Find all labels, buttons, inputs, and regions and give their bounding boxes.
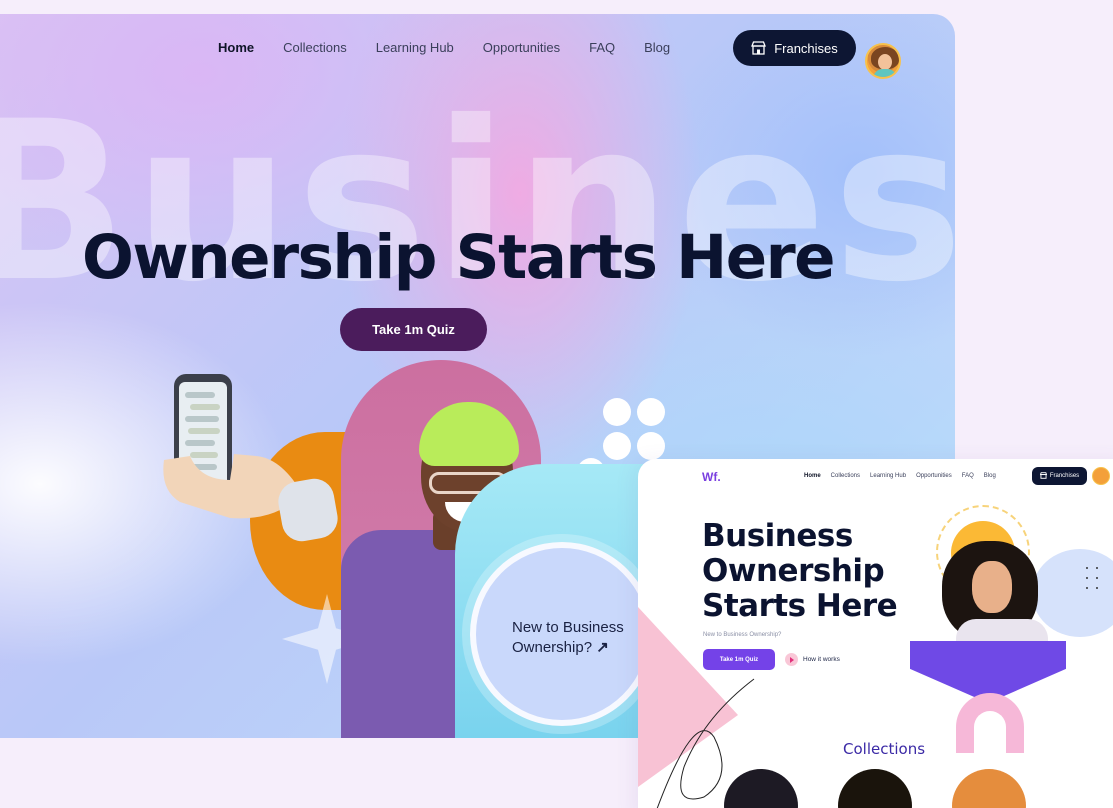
franchises-button[interactable]: Franchises	[733, 30, 856, 66]
top-nav: Home Collections Learning Hub Opportunit…	[0, 14, 955, 80]
preview-nav-blog[interactable]: Blog	[984, 473, 996, 479]
collection-thumbnail[interactable]	[952, 769, 1026, 808]
nav-link-collections[interactable]: Collections	[283, 40, 347, 55]
avatar[interactable]	[865, 43, 901, 79]
preview-logo[interactable]: Wf.	[702, 470, 721, 484]
play-icon	[785, 653, 798, 666]
nav-link-home[interactable]: Home	[218, 40, 254, 55]
preview-headline-line-3: Starts Here	[702, 588, 898, 624]
preview-avatar[interactable]	[1092, 467, 1110, 485]
new-to-business-link[interactable]: New to Business Ownership? ↗	[512, 618, 642, 658]
preview-nav-opportunities[interactable]: Opportunities	[916, 473, 952, 479]
preview-how-it-works-label: How it works	[803, 656, 840, 663]
woman-face	[972, 561, 1012, 613]
preview-headline-line-2: Ownership	[702, 553, 885, 589]
preview-nav-home[interactable]: Home	[804, 473, 821, 479]
preview-card: Wf. Home Collections Learning Hub Opport…	[638, 459, 1113, 808]
preview-nav-faq[interactable]: FAQ	[962, 473, 974, 479]
arrow-up-right-icon: ↗	[596, 639, 609, 656]
nav-link-blog[interactable]: Blog	[644, 40, 670, 55]
preview-nav-links: Home Collections Learning Hub Opportunit…	[804, 473, 1006, 479]
hero-headline: Ownership Starts Here	[82, 222, 836, 293]
preview-how-it-works-button[interactable]: How it works	[785, 653, 840, 666]
preview-franchises-button[interactable]: Franchises	[1032, 467, 1087, 485]
preview-nav-collections[interactable]: Collections	[831, 473, 860, 479]
preview-franchises-label: Franchises	[1049, 473, 1080, 479]
nav-links: Home Collections Learning Hub Opportunit…	[218, 40, 699, 55]
collection-thumbnail[interactable]	[838, 769, 912, 808]
hand-holding-phone-illustration	[160, 370, 350, 575]
preview-nav-learning-hub[interactable]: Learning Hub	[870, 473, 906, 479]
take-quiz-button[interactable]: Take 1m Quiz	[340, 308, 487, 351]
pink-arch-shape	[956, 693, 1024, 753]
preview-store-icon	[1039, 471, 1048, 481]
franchises-button-label: Franchises	[774, 40, 838, 56]
preview-subtext: New to Business Ownership?	[703, 632, 782, 638]
nav-link-faq[interactable]: FAQ	[589, 40, 615, 55]
preview-take-quiz-button[interactable]: Take 1m Quiz	[703, 649, 775, 670]
dot-grid-shape	[1086, 567, 1104, 597]
preview-headline: Business Ownership Starts Here	[702, 519, 942, 624]
preview-headline-line-1: Business	[702, 518, 853, 554]
store-icon	[751, 41, 767, 55]
preview-collections-title: Collections	[843, 740, 926, 758]
nav-link-learning-hub[interactable]: Learning Hub	[376, 40, 454, 55]
nav-link-opportunities[interactable]: Opportunities	[483, 40, 560, 55]
